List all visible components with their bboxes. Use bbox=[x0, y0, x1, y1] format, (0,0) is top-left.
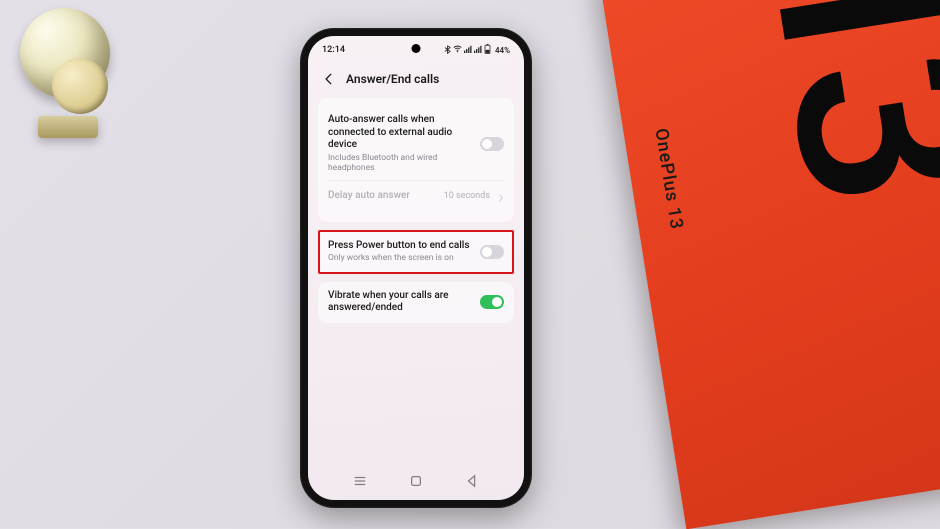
page-header: Answer/End calls bbox=[308, 64, 524, 94]
delay-value: 10 seconds bbox=[444, 191, 490, 201]
auto-answer-subtitle: Includes Bluetooth and wired headphones bbox=[328, 153, 472, 174]
phone-screen: 12:14 44% bbox=[308, 36, 524, 500]
back-button[interactable] bbox=[322, 72, 336, 86]
nav-back-button[interactable] bbox=[464, 473, 480, 489]
auto-answer-title: Auto-answer calls when connected to exte… bbox=[328, 114, 472, 152]
page-title: Answer/End calls bbox=[346, 72, 439, 86]
nav-home-button[interactable] bbox=[408, 473, 424, 489]
auto-answer-group: Auto-answer calls when connected to exte… bbox=[318, 98, 514, 222]
wifi-icon bbox=[453, 45, 462, 55]
battery-icon bbox=[484, 44, 491, 56]
row-delay-auto-answer: Delay auto answer 10 seconds bbox=[328, 180, 504, 212]
signal-2-icon bbox=[474, 45, 482, 55]
box-number: 13 bbox=[707, 0, 940, 206]
status-time: 12:14 bbox=[322, 45, 345, 55]
power-end-toggle[interactable] bbox=[480, 245, 504, 259]
desk-clock-ornament bbox=[10, 8, 130, 158]
status-icons: 44% bbox=[444, 44, 510, 56]
product-box: 13 OnePlus 13 bbox=[599, 0, 940, 529]
row-vibrate[interactable]: Vibrate when your calls are answered/end… bbox=[318, 282, 514, 323]
power-end-title: Press Power button to end calls bbox=[328, 240, 472, 253]
vibrate-toggle[interactable] bbox=[480, 295, 504, 309]
vibrate-title: Vibrate when your calls are answered/end… bbox=[328, 290, 472, 315]
nav-bar bbox=[308, 470, 524, 492]
auto-answer-toggle[interactable] bbox=[480, 137, 504, 151]
signal-icon bbox=[464, 45, 472, 55]
settings-list: Auto-answer calls when connected to exte… bbox=[318, 98, 514, 331]
row-auto-answer[interactable]: Auto-answer calls when connected to exte… bbox=[328, 108, 504, 180]
delay-title: Delay auto answer bbox=[328, 190, 436, 203]
row-power-end-highlight: Press Power button to end calls Only wor… bbox=[318, 230, 514, 274]
nav-recents-button[interactable] bbox=[352, 473, 368, 489]
chevron-right-icon bbox=[498, 187, 504, 206]
box-brand-label: OnePlus 13 bbox=[650, 127, 687, 231]
power-end-subtitle: Only works when the screen is on bbox=[328, 253, 472, 264]
phone-device: 12:14 44% bbox=[300, 28, 532, 508]
row-power-end[interactable]: Press Power button to end calls Only wor… bbox=[328, 238, 504, 266]
battery-percent: 44% bbox=[495, 46, 510, 55]
status-bar: 12:14 44% bbox=[308, 40, 524, 60]
bluetooth-icon bbox=[444, 45, 451, 56]
